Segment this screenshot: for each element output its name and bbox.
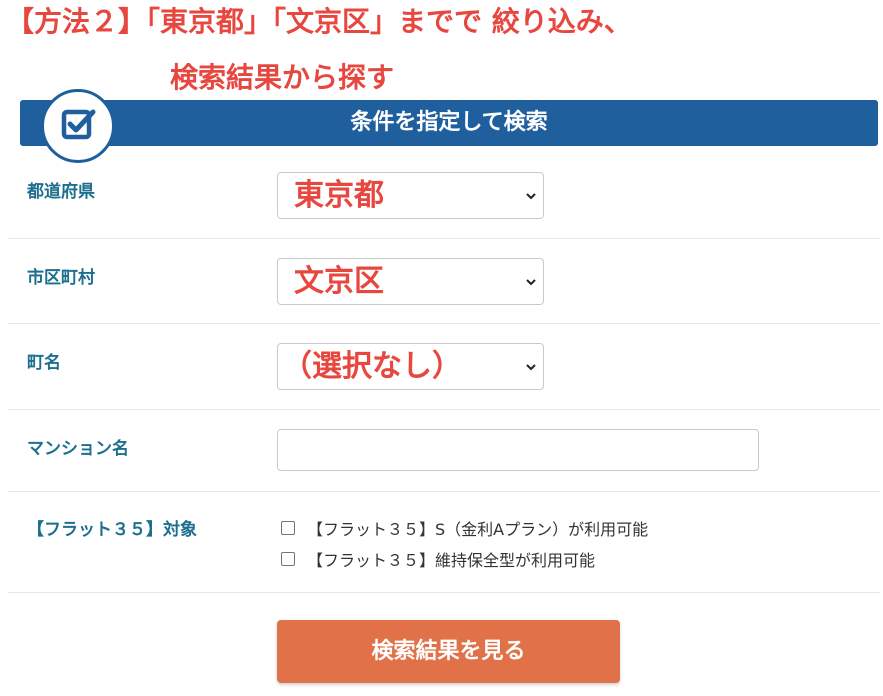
city-select[interactable]: 文京区 [277, 258, 544, 305]
town-select[interactable]: （選択なし） [277, 343, 544, 390]
instruction-heading-line-1: 【方法２】「東京都」「文京区」までで 絞り込み、 [6, 5, 632, 38]
flat35-s-label: 【フラット３５】S（金利Aプラン）が利用可能 [307, 520, 649, 539]
town-select-value: （選択なし） [282, 349, 462, 384]
flat35-s-option[interactable]: 【フラット３５】S（金利Aプラン）が利用可能 [281, 517, 648, 539]
chevron-down-icon [526, 364, 536, 371]
mansion-name-label: マンション名 [27, 439, 129, 459]
row-divider [8, 323, 880, 324]
flat35-label: 【フラット３５】対象 [27, 520, 197, 540]
banner-title: 条件を指定して検索 [350, 110, 548, 135]
flat35-s-checkbox[interactable] [281, 521, 295, 535]
row-divider [8, 491, 880, 492]
city-label: 市区町村 [27, 268, 95, 288]
town-label: 町名 [27, 353, 61, 373]
instruction-heading-line-2: 検索結果から探す [170, 61, 395, 94]
chevron-down-icon [526, 193, 536, 200]
row-divider [8, 409, 880, 410]
flat35-maintenance-label: 【フラット３５】維持保全型が利用可能 [307, 551, 596, 570]
flat35-maintenance-checkbox[interactable] [281, 552, 295, 566]
chevron-down-icon [526, 279, 536, 286]
flat35-maintenance-option[interactable]: 【フラット３５】維持保全型が利用可能 [281, 548, 595, 570]
row-divider [8, 592, 880, 593]
prefecture-label: 都道府県 [27, 182, 95, 202]
checkbox-check-icon [41, 89, 115, 163]
prefecture-select[interactable]: 東京都 [277, 172, 544, 219]
search-results-button[interactable]: 検索結果を見る [277, 620, 620, 683]
search-conditions-banner: 条件を指定して検索 [20, 100, 878, 146]
row-divider [8, 238, 880, 239]
city-select-value: 文京区 [294, 264, 384, 299]
mansion-name-input[interactable] [277, 429, 759, 471]
prefecture-select-value: 東京都 [294, 178, 384, 213]
